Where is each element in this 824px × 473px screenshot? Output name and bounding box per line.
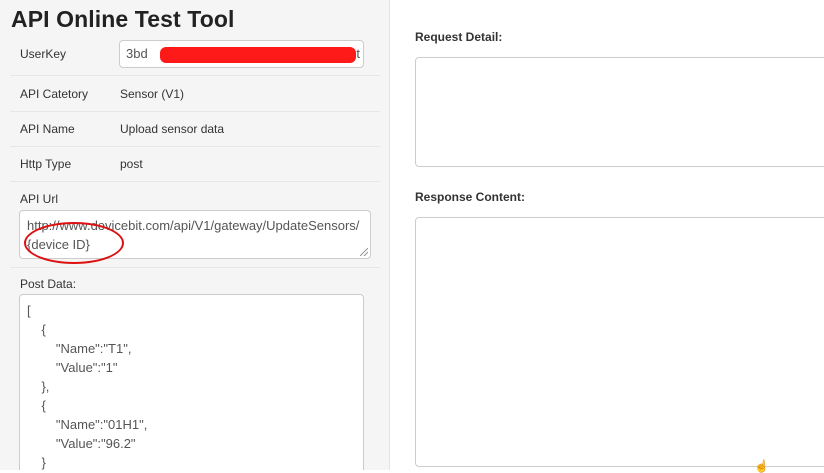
userkey-value: 3bd [126,46,148,61]
userkey-input[interactable]: 3bd t [119,40,364,68]
hand-cursor-icon: ☝ [754,459,769,473]
row-divider [10,267,380,268]
api-url-label: API Url [20,192,59,206]
response-content-label: Response Content: [415,190,526,204]
request-detail-label: Request Detail: [415,30,503,44]
post-data-label: Post Data: [20,277,77,291]
row-divider [10,111,380,112]
http-type-label: Http Type [20,157,72,171]
http-type-value: post [120,157,143,171]
row-divider [10,181,380,182]
api-name-label: API Name [20,122,75,136]
post-data-textarea[interactable]: [ { "Name":"T1", "Value":"1" }, { "Name"… [19,294,364,470]
api-form-panel: API Online Test Tool UserKey 3bd t API C… [0,0,390,470]
annotation-circle [24,222,124,264]
row-divider [10,75,380,76]
request-detail-box[interactable] [415,57,824,167]
api-name-value: Upload sensor data [120,122,225,136]
userkey-value-suffix: t [356,46,360,61]
redaction-scribble [160,47,356,63]
row-divider [10,146,380,147]
page-title: API Online Test Tool [11,6,235,32]
post-data-value: [ { "Name":"T1", "Value":"1" }, { "Name"… [27,303,148,470]
userkey-label: UserKey [20,47,67,61]
response-content-box[interactable] [415,217,824,467]
api-category-value: Sensor (V1) [120,87,185,101]
api-category-label: API Catetory [20,87,89,101]
resize-grip-icon[interactable] [360,248,368,256]
